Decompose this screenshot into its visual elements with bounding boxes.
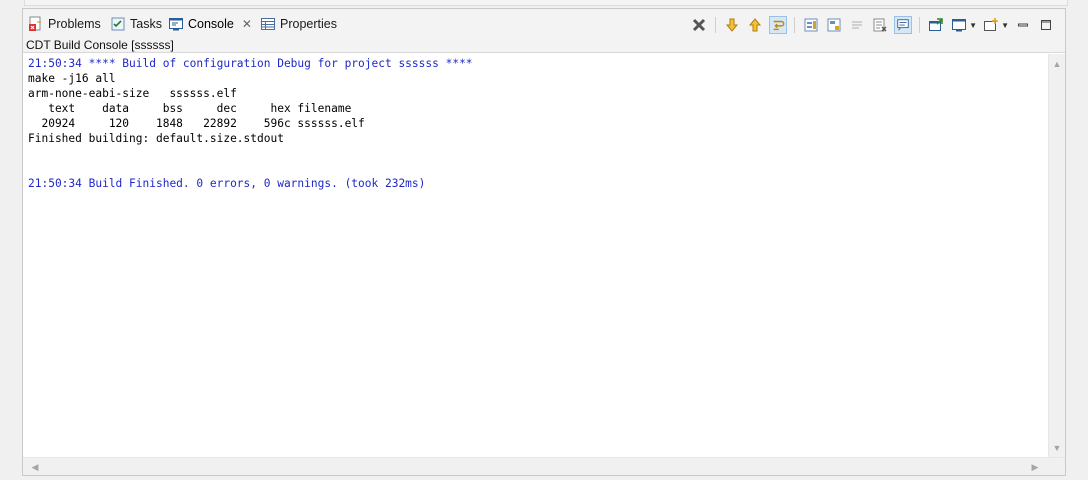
maximize-icon[interactable] [1037,16,1055,34]
console-line: arm-none-eabi-size ssssss.elf [28,87,237,100]
tab-tasks-label: Tasks [130,17,162,31]
vertical-scrollbar[interactable]: ▲ ▼ [1048,54,1065,458]
right-gutter [1066,8,1088,480]
console-lines-icon [848,16,866,34]
console-line: make -j16 all [28,72,116,85]
console-line: 20924 120 1848 22892 596c ssssss.elf [28,117,365,130]
top-strip [0,0,1088,8]
bottom-gutter [0,476,1088,480]
tasks-icon [110,16,126,32]
left-gutter [0,8,22,480]
console-view: Problems Tasks Console ✕ Properties ▼ ▼ … [22,8,1066,476]
toolbar-separator [919,17,921,33]
toolbar-separator [794,17,796,33]
scroll-down-arrow-icon[interactable]: ▼ [1049,440,1065,456]
scroll-lock-icon[interactable] [802,16,820,34]
scroll-up-icon[interactable] [746,16,764,34]
tab-problems-label: Problems [48,17,101,31]
problems-icon [28,16,44,32]
scroll-down-icon[interactable] [723,16,741,34]
console-line: text data bss dec hex filename [28,102,352,115]
view-tab-bar: Problems Tasks Console ✕ Properties ▼ ▼ [23,9,1065,37]
tab-properties-label: Properties [280,17,337,31]
display-console-icon[interactable] [950,16,968,34]
scroll-up-arrow-icon[interactable]: ▲ [1049,56,1065,72]
scroll-right-arrow-icon[interactable]: ▶ [1027,459,1043,475]
chevron-down-icon[interactable]: ▼ [969,21,977,30]
console-title: CDT Build Console [ssssss] [23,37,1065,53]
horizontal-scrollbar[interactable]: ◀ ▶ [23,457,1065,475]
tab-tasks[interactable]: Tasks [110,14,162,34]
chevron-down-icon[interactable]: ▼ [1001,21,1009,30]
toolbar-separator [715,17,717,33]
clear-console-icon[interactable] [690,16,708,34]
console-line: Finished building: default.size.stdout [28,132,284,145]
minimize-icon[interactable] [1014,16,1032,34]
console-output[interactable]: 21:50:34 **** Build of configuration Deb… [23,54,1049,458]
pin-console-icon[interactable] [894,16,913,34]
word-wrap-icon[interactable] [769,16,788,34]
properties-icon [260,16,276,32]
console-toolbar: ▼ ▼ [690,15,1055,35]
console-line: 21:50:34 Build Finished. 0 errors, 0 war… [28,177,426,190]
open-console-icon[interactable] [927,16,945,34]
console-line: 21:50:34 **** Build of configuration Deb… [28,57,473,70]
scroll-left-arrow-icon[interactable]: ◀ [27,459,43,475]
editor-bottom-edge [24,0,1068,6]
console-text: 21:50:34 **** Build of configuration Deb… [23,54,1049,191]
tab-console-label: Console [188,17,234,31]
tab-console[interactable]: Console ✕ [168,14,252,34]
tab-problems[interactable]: Problems [28,14,101,34]
new-console-icon[interactable] [982,16,1000,34]
show-on-output-icon[interactable] [825,16,843,34]
tab-properties[interactable]: Properties [260,14,337,34]
close-icon[interactable]: ✕ [242,17,252,31]
console-icon [168,16,184,32]
remove-launch-icon[interactable] [871,16,889,34]
